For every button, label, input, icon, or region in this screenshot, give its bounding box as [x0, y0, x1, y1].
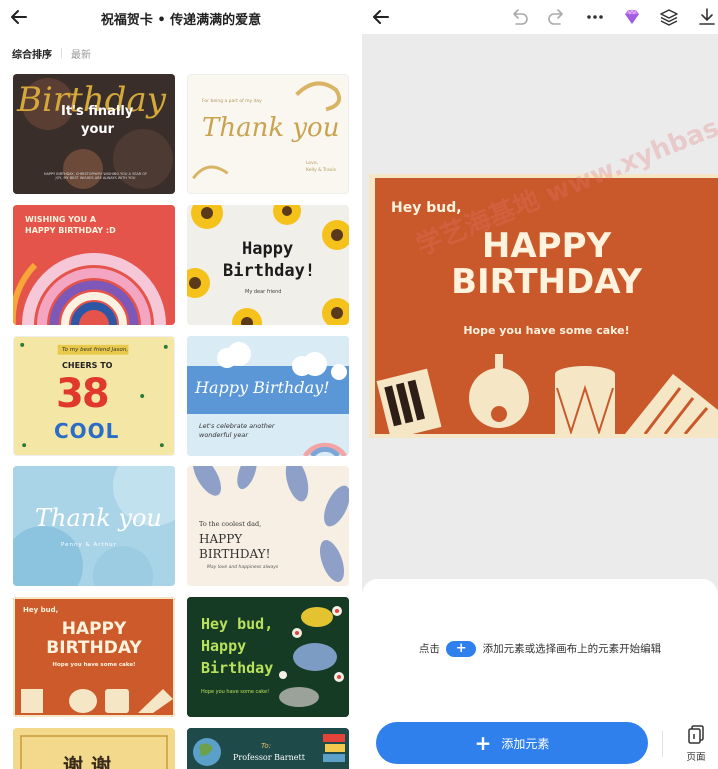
editor-bottom-sheet: 点击 + 添加元素或选择画布上的元素开始编辑 + 添加元素 页面: [362, 579, 718, 769]
redo-icon[interactable]: [546, 6, 568, 28]
pages-button[interactable]: 页面: [678, 724, 714, 764]
template-card[interactable]: Birthday It's finally your HAPPY BIRTHDA…: [13, 74, 175, 194]
card-small-text: To the coolest dad,: [199, 520, 262, 528]
editing-hint: 点击 + 添加元素或选择画布上的元素开始编辑: [362, 641, 718, 657]
download-icon[interactable]: [696, 6, 718, 28]
gallery-header: 祝福贺卡 • 传递满满的爱意: [0, 0, 362, 36]
card-small-text: Penny & Arthur: [61, 542, 117, 548]
template-card[interactable]: WISHING YOU A HAPPY BIRTHDAY :D: [13, 205, 175, 325]
template-card[interactable]: Hey bud, HAPPY BIRTHDAY Hope you have so…: [13, 597, 175, 717]
template-card[interactable]: Happy Birthday! Let's celebrate another …: [187, 336, 349, 456]
layers-icon[interactable]: [658, 6, 680, 28]
undo-icon[interactable]: [508, 6, 530, 28]
premium-gem-icon[interactable]: [621, 6, 643, 28]
card-headline-line2[interactable]: BIRTHDAY: [375, 264, 718, 300]
card-text: Professor Barnett: [233, 753, 305, 762]
card-text: BIRTHDAY!: [199, 547, 271, 561]
instrument-illustration: [375, 178, 718, 434]
card-text: COOL: [54, 419, 120, 443]
card-text: WISHING YOU A: [25, 215, 97, 224]
card-text: Happy: [201, 637, 247, 655]
sort-tab-latest[interactable]: 最新: [71, 46, 91, 61]
card-small-text: My dear friend: [245, 289, 282, 295]
editor-toolbar: [362, 0, 718, 34]
card-small-text: Love,: [306, 161, 319, 166]
card-big-number: 38: [56, 371, 110, 417]
editor-canvas[interactable]: Hey bud, HAPPY BIRTHDAY Hope you have so…: [362, 34, 718, 579]
card-script-text: Thank you: [35, 504, 162, 532]
template-card[interactable]: To my best friend Jason, CHEERS TO 38 CO…: [13, 336, 175, 456]
card-text: 谢谢: [63, 754, 119, 769]
card-text: Birthday!: [223, 261, 316, 281]
card-small-text: May love and happiness always: [207, 565, 279, 570]
pages-icon: [688, 725, 704, 744]
card-subtitle[interactable]: Hope you have some cake!: [375, 324, 718, 337]
plus-icon: +: [474, 731, 492, 755]
template-card[interactable]: 谢谢: [13, 728, 175, 769]
add-element-button[interactable]: + 添加元素: [376, 722, 648, 764]
card-text: Birthday: [201, 659, 274, 677]
app-root: 祝福贺卡 • 传递满满的爱意 综合排序 最新 Birthday It's fin…: [0, 0, 718, 769]
card-text: Hey bud,: [201, 615, 274, 633]
add-element-label: 添加元素: [501, 736, 550, 751]
card-small-text: wonderful year: [199, 431, 248, 439]
template-card[interactable]: Happy Birthday! My dear friend: [187, 205, 349, 325]
card-script-text: Happy Birthday!: [195, 378, 330, 397]
card-small-text: HAPPY BIRTHDAY, CHRISTOPHER! WISHING YOU…: [43, 172, 148, 180]
card-text: your: [81, 122, 115, 137]
back-arrow-icon[interactable]: [370, 6, 392, 28]
page-title: 祝福贺卡 • 传递满满的爱意: [100, 13, 262, 28]
divider: [662, 731, 663, 757]
card-text: CHEERS TO: [62, 361, 113, 370]
pages-label: 页面: [686, 752, 706, 763]
card-small-text: Hope you have some cake!: [201, 689, 270, 695]
template-card[interactable]: For being a part of my day Thank you Lov…: [187, 74, 349, 194]
card-small-text: Kelly & Travis: [306, 168, 336, 173]
card-small-text: Let's celebrate another: [199, 422, 275, 430]
sort-tabs: 综合排序 最新: [12, 45, 91, 61]
back-arrow-icon[interactable]: [8, 6, 30, 28]
editor-panel: Hey bud, HAPPY BIRTHDAY Hope you have so…: [362, 0, 718, 769]
card-script-text: Thank you: [202, 113, 340, 143]
sort-divider: [61, 48, 62, 58]
card-text: HAPPY: [61, 619, 127, 639]
hint-text-after: 添加元素或选择画布上的元素开始编辑: [482, 643, 662, 655]
hint-text-before: 点击: [418, 643, 440, 655]
template-card[interactable]: To: Professor Barnett: [187, 728, 349, 769]
plus-icon: +: [446, 641, 477, 657]
card-text: HAPPY BIRTHDAY :D: [25, 226, 116, 235]
template-gallery: 祝福贺卡 • 传递满满的爱意 综合排序 最新 Birthday It's fin…: [0, 0, 362, 769]
card-text: Hey bud,: [23, 606, 59, 614]
card-text: BIRTHDAY: [46, 638, 142, 658]
more-icon[interactable]: [584, 6, 606, 28]
card-small-text: For being a part of my day: [202, 99, 262, 104]
card-small-text: To:: [261, 742, 272, 750]
card-text: Happy: [242, 239, 294, 259]
sort-tab-default[interactable]: 综合排序: [12, 46, 52, 61]
card-small-text: To my best friend Jason,: [62, 347, 129, 353]
template-card[interactable]: Hey bud, Happy Birthday Hope you have so…: [187, 597, 349, 717]
card-small-text: Hope you have some cake!: [52, 662, 136, 668]
card-text: HAPPY: [199, 532, 243, 546]
template-card[interactable]: Thank you Penny & Arthur: [13, 466, 175, 586]
card-text: It's finally: [61, 104, 134, 119]
template-card[interactable]: To the coolest dad, HAPPY BIRTHDAY! May …: [187, 466, 349, 586]
